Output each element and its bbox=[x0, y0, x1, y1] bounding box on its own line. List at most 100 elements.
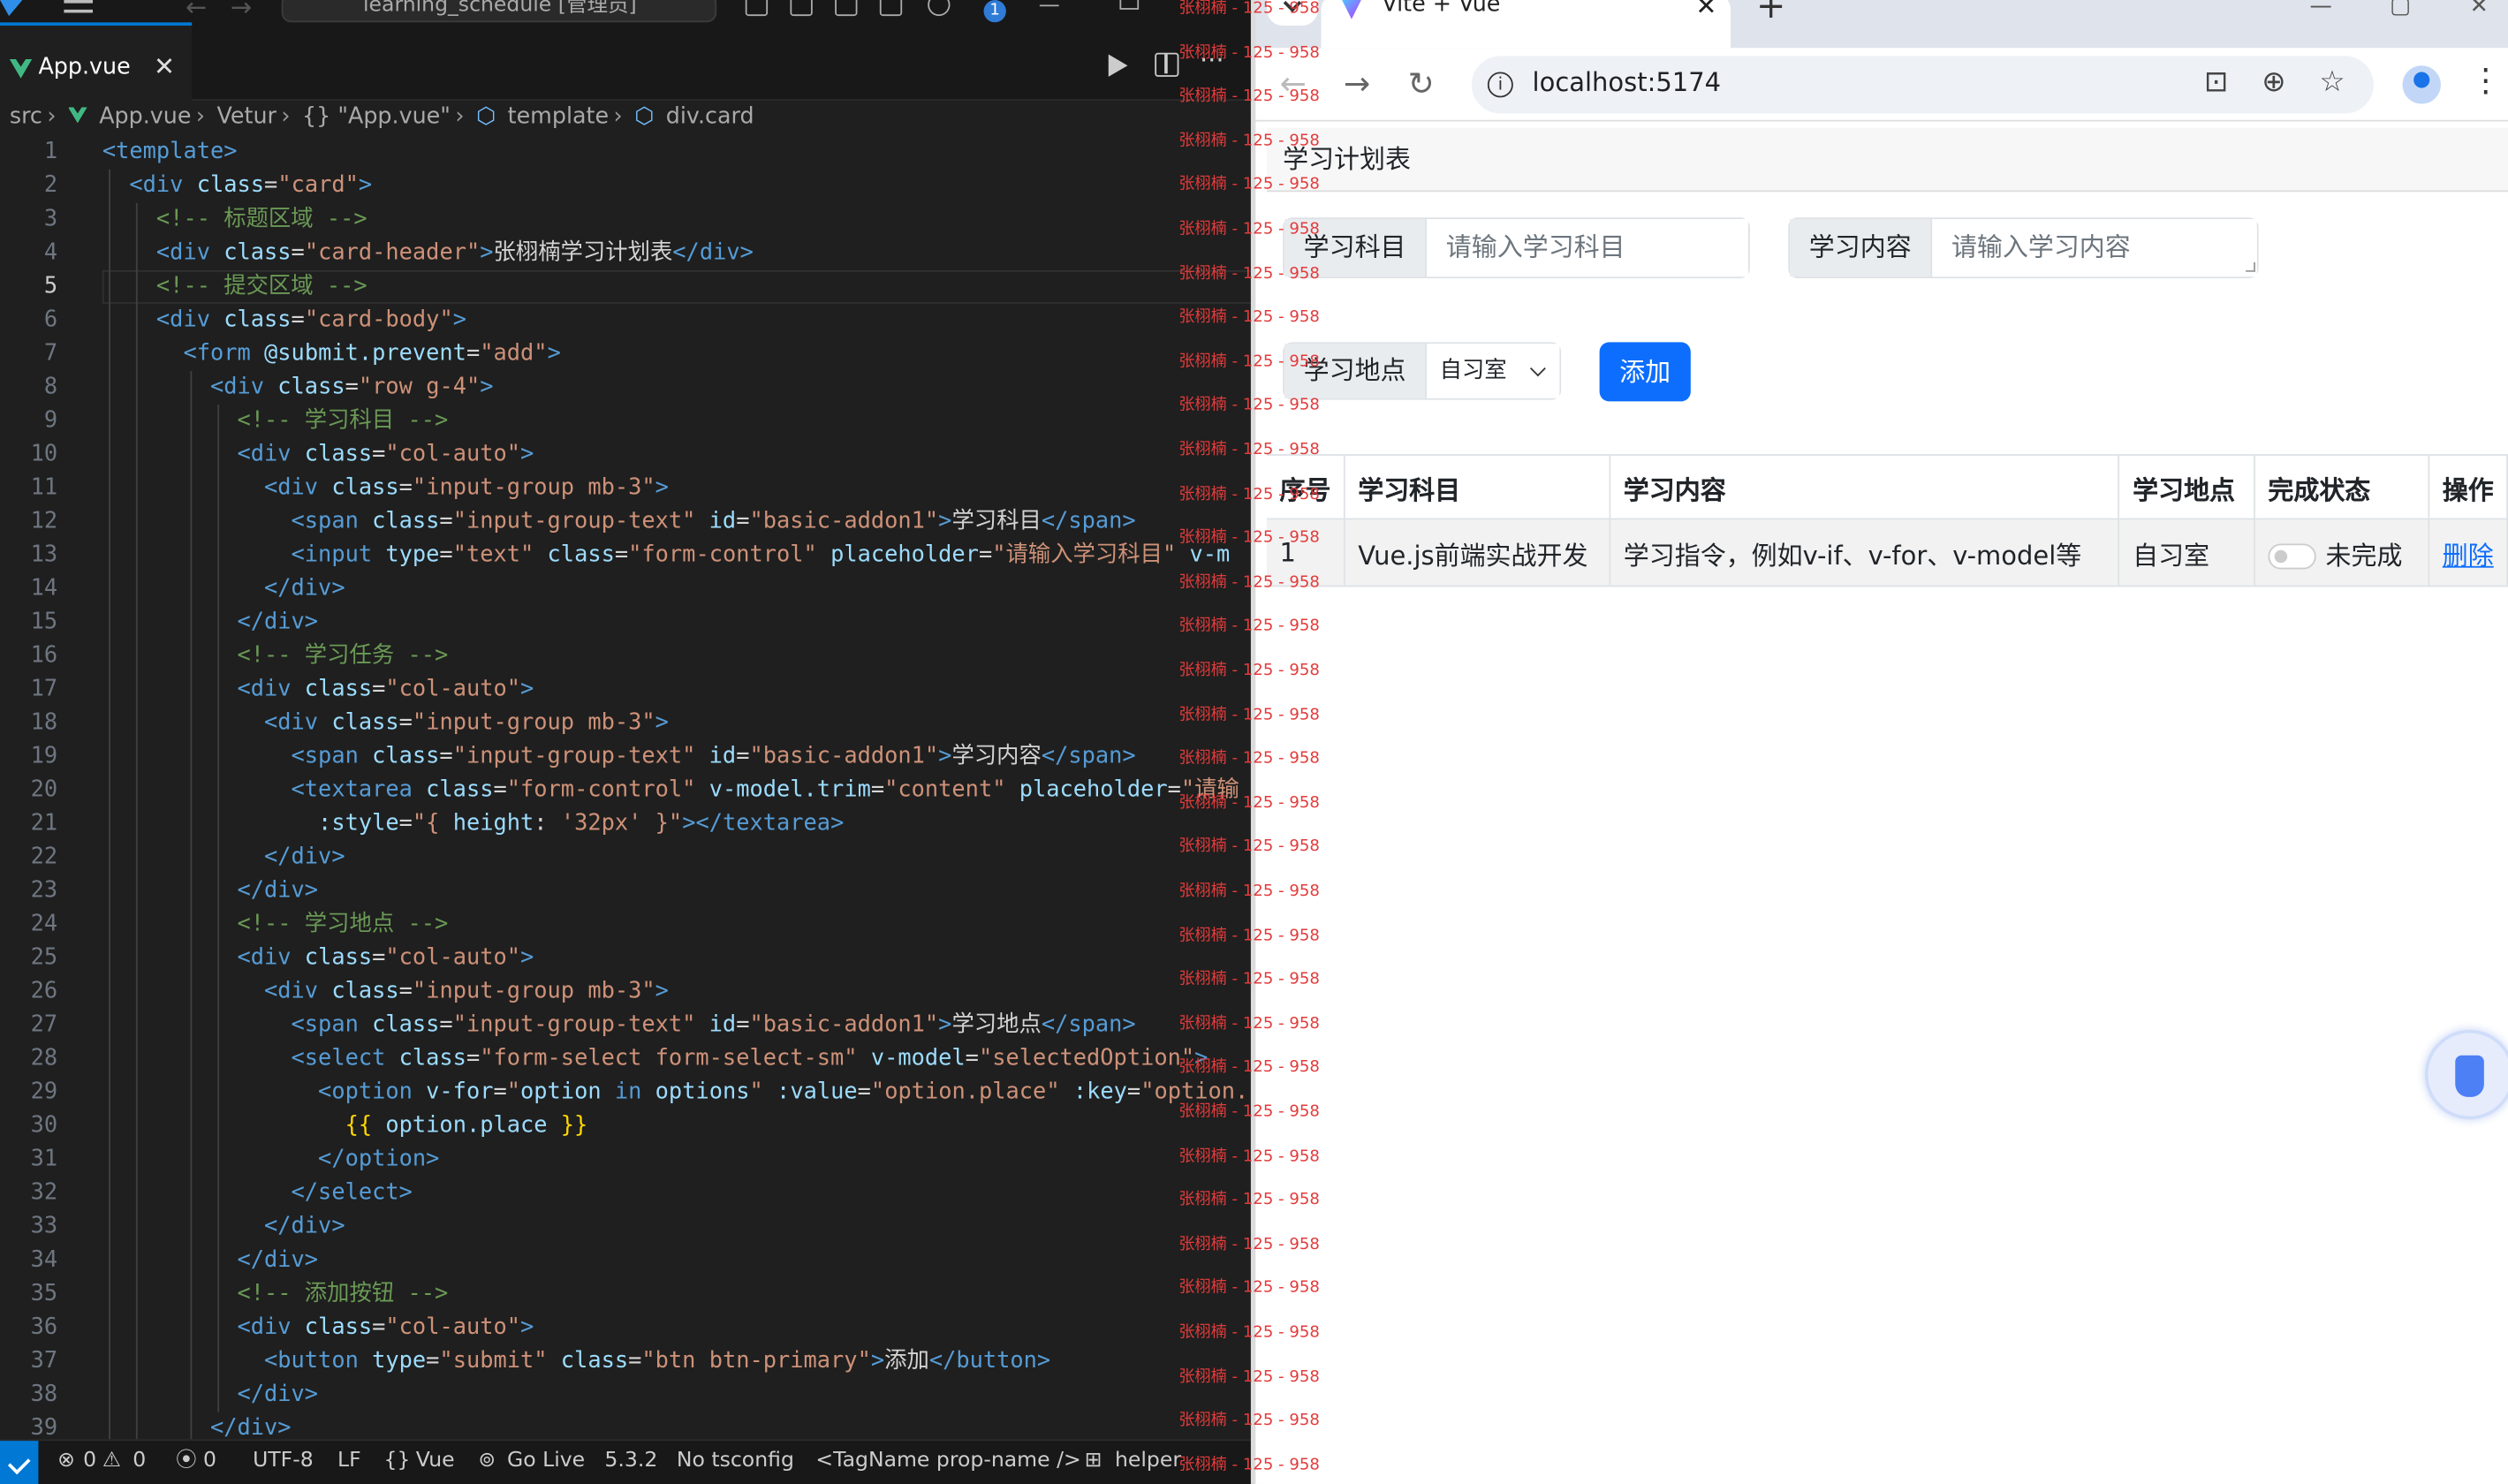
code-line[interactable]: <option v-for="option in options" :value… bbox=[102, 1076, 1254, 1109]
minimize-icon[interactable] bbox=[1039, 4, 1059, 7]
code-line[interactable]: </select> bbox=[102, 1177, 1254, 1210]
code-line[interactable]: </div> bbox=[102, 1378, 1254, 1412]
code-line[interactable]: <div class="col-auto"> bbox=[102, 1311, 1254, 1344]
reload-icon[interactable]: ↻ bbox=[1407, 64, 1434, 102]
code-line[interactable]: {{ option.place }} bbox=[102, 1109, 1254, 1143]
command-center[interactable]: learning_schedule [管理员] bbox=[281, 0, 717, 23]
url-text[interactable]: localhost:5174 bbox=[1533, 67, 1722, 97]
code-line[interactable]: </option> bbox=[102, 1143, 1254, 1177]
forward-icon[interactable]: → bbox=[1344, 64, 1370, 102]
breadcrumb-item[interactable]: Vetur bbox=[217, 104, 277, 130]
code-line[interactable]: </div> bbox=[102, 1210, 1254, 1244]
code-line[interactable]: <!-- 标题区域 --> bbox=[102, 203, 1254, 237]
code-line[interactable]: </div> bbox=[102, 874, 1254, 908]
code-line[interactable]: :style="{ height: '32px' }"></textarea> bbox=[102, 807, 1254, 841]
site-info-icon[interactable]: i bbox=[1487, 72, 1513, 98]
toggle-sidebar-icon[interactable] bbox=[745, 0, 769, 17]
code-line[interactable]: <div class="card"> bbox=[102, 170, 1254, 203]
ports-count[interactable]: 0 bbox=[203, 1441, 216, 1482]
code-line[interactable]: <div class="card-body"> bbox=[102, 304, 1254, 337]
warning-count[interactable]: 0 bbox=[133, 1441, 146, 1482]
helper[interactable]: helper bbox=[1115, 1441, 1181, 1482]
resize-handle[interactable] bbox=[2246, 261, 2255, 272]
maximize-icon[interactable] bbox=[1119, 0, 1140, 10]
back-arrow-icon[interactable]: ← bbox=[186, 0, 207, 22]
minimize-icon[interactable]: — bbox=[2310, 0, 2332, 19]
status-toggle[interactable] bbox=[2268, 543, 2316, 570]
menu-icon[interactable] bbox=[64, 0, 94, 13]
code-line[interactable]: <div class="card-header">张栩楠学习计划表</div> bbox=[102, 237, 1254, 270]
warning-icon[interactable]: ⚠ bbox=[102, 1441, 121, 1482]
ports-icon[interactable]: ⦿ bbox=[176, 1441, 197, 1482]
go-live-button[interactable]: Go Live bbox=[507, 1441, 585, 1482]
zoom-icon[interactable]: ⊕ bbox=[2262, 65, 2285, 99]
bookmark-star-icon[interactable]: ☆ bbox=[2319, 65, 2345, 99]
code-line[interactable]: <!-- 学习科目 --> bbox=[102, 405, 1254, 438]
profile-avatar[interactable] bbox=[2402, 65, 2441, 104]
code-line[interactable]: <div class="col-auto"> bbox=[102, 673, 1254, 707]
floating-assistant-button[interactable] bbox=[2424, 1029, 2508, 1120]
code-editor[interactable]: 1 2 3 4 5 6 7 8 9 10 11 12 13 14 15 16 17 18 19 20 21 22 23 24 2… bbox=[0, 136, 1254, 1441]
code-line[interactable]: <div class="input-group mb-3"> bbox=[102, 707, 1254, 740]
code-line[interactable]: <!-- 学习任务 --> bbox=[102, 640, 1254, 673]
code-line[interactable]: <div class="input-group mb-3"> bbox=[102, 472, 1254, 505]
code-line[interactable]: <div class="input-group mb-3"> bbox=[102, 975, 1254, 1009]
content-textarea[interactable]: 请输入学习内容 bbox=[1932, 219, 2257, 277]
code-line[interactable]: <!-- 添加按钮 --> bbox=[102, 1277, 1254, 1311]
back-icon[interactable]: ← bbox=[1279, 64, 1306, 102]
code-lines[interactable]: <template> <div class="card"> <!-- 标题区域 … bbox=[102, 136, 1254, 1446]
toggle-panel-icon[interactable] bbox=[790, 0, 813, 17]
code-line[interactable]: <textarea class="form-control" v-model.t… bbox=[102, 774, 1254, 807]
tab-search-icon[interactable] bbox=[1266, 0, 1318, 26]
code-line[interactable]: </div> bbox=[102, 572, 1254, 606]
notification-badge[interactable]: 1 bbox=[983, 0, 1006, 23]
code-line[interactable]: <input type="text" class="form-control" … bbox=[102, 539, 1254, 572]
forward-arrow-icon[interactable]: → bbox=[231, 0, 252, 22]
new-tab-icon[interactable]: + bbox=[1756, 0, 1785, 27]
code-line[interactable]: <span class="input-group-text" id="basic… bbox=[102, 505, 1254, 539]
code-line[interactable]: <select class="form-select form-select-s… bbox=[102, 1042, 1254, 1076]
customize-layout-icon[interactable] bbox=[879, 0, 903, 17]
split-editor-icon[interactable] bbox=[1155, 52, 1179, 77]
breadcrumb-item[interactable]: src bbox=[10, 104, 42, 130]
code-line[interactable]: <div class="col-auto"> bbox=[102, 438, 1254, 472]
code-line[interactable]: </div> bbox=[102, 606, 1254, 640]
eol[interactable]: LF bbox=[337, 1441, 361, 1482]
add-button[interactable]: 添加 bbox=[1599, 342, 1691, 402]
close-icon[interactable]: ✕ bbox=[154, 51, 175, 81]
code-line[interactable]: <span class="input-group-text" id="basic… bbox=[102, 740, 1254, 774]
breadcrumb-item[interactable]: div.card bbox=[666, 104, 754, 130]
delete-link[interactable]: 删除 bbox=[2443, 540, 2494, 570]
error-count[interactable]: 0 bbox=[83, 1441, 96, 1482]
translate-icon[interactable]: ⊡ bbox=[2204, 65, 2228, 99]
remote-icon[interactable] bbox=[0, 1441, 39, 1484]
close-icon[interactable]: ✕ bbox=[1695, 0, 1716, 21]
tsconfig[interactable]: No tsconfig bbox=[677, 1441, 794, 1482]
breadcrumb-item[interactable]: {} "App.vue" bbox=[302, 104, 451, 130]
code-line[interactable]: <div class="col-auto"> bbox=[102, 942, 1254, 975]
maximize-icon[interactable]: ▢ bbox=[2390, 0, 2411, 19]
code-line[interactable]: <button type="submit" class="btn btn-pri… bbox=[102, 1344, 1254, 1378]
code-line[interactable]: <div class="row g-4"> bbox=[102, 371, 1254, 405]
code-line[interactable]: <span class="input-group-text" id="basic… bbox=[102, 1009, 1254, 1042]
encoding[interactable]: UTF-8 bbox=[253, 1441, 314, 1482]
breadcrumb-item[interactable]: template bbox=[508, 104, 609, 130]
subject-input[interactable]: 请输入学习科目 bbox=[1427, 219, 1748, 277]
code-line[interactable]: </div> bbox=[102, 841, 1254, 874]
kebab-menu-icon[interactable]: ⋮ bbox=[2470, 61, 2502, 99]
code-line[interactable]: <template> bbox=[102, 136, 1254, 170]
editor-tab-app-vue[interactable]: App.vue ✕ bbox=[0, 22, 193, 102]
browser-tab[interactable]: Vite + Vue ✕ bbox=[1321, 0, 1731, 49]
breadcrumb-item[interactable]: App.vue bbox=[99, 104, 191, 130]
run-icon[interactable] bbox=[1108, 54, 1128, 77]
version[interactable]: 5.3.2 bbox=[604, 1441, 657, 1482]
error-icon[interactable]: ⊗ bbox=[57, 1441, 75, 1482]
address-bar[interactable]: i localhost:5174 ⊡ ⊕ ☆ bbox=[1471, 56, 2374, 114]
place-select[interactable]: 自习室 bbox=[1427, 344, 1560, 398]
toggle-secondary-sidebar-icon[interactable] bbox=[835, 0, 858, 17]
accounts-icon[interactable] bbox=[928, 0, 951, 17]
more-actions-icon[interactable]: ··· bbox=[1200, 45, 1224, 75]
close-window-icon[interactable]: ✕ bbox=[2470, 0, 2489, 19]
tagname-style[interactable]: <TagName prop-name /> bbox=[815, 1441, 1080, 1482]
language-mode[interactable]: Vue bbox=[416, 1441, 455, 1482]
